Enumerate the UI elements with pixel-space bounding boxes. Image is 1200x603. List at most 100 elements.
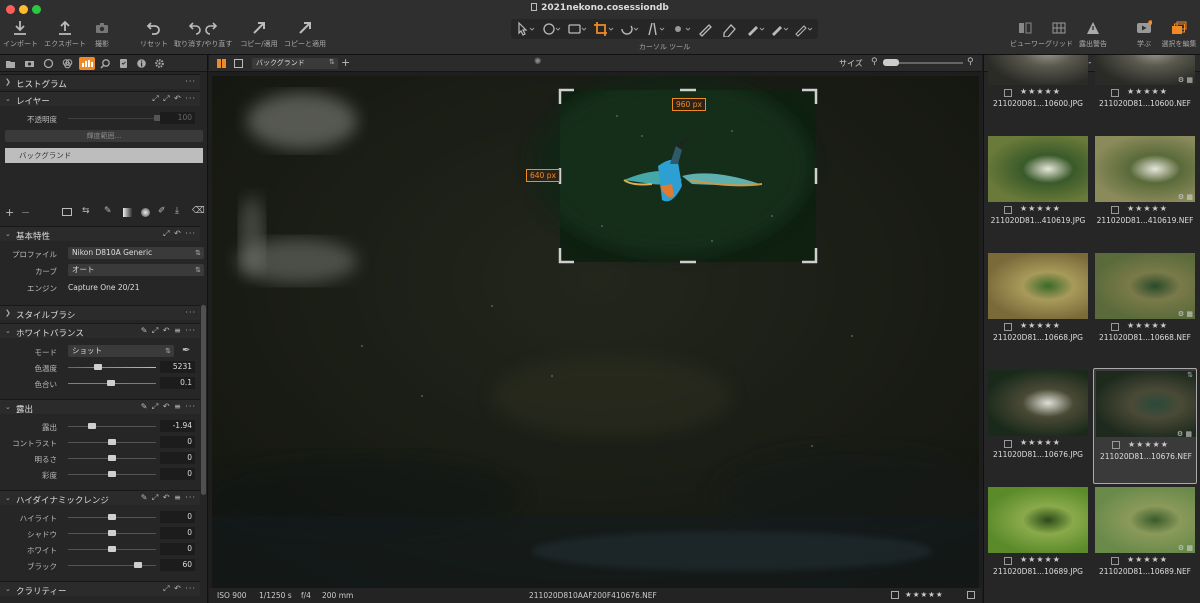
brightness-value[interactable]: 0: [160, 452, 195, 464]
layer-select[interactable]: バックグランド: [252, 58, 338, 69]
opacity-value[interactable]: 100: [160, 112, 195, 124]
contrast-value[interactable]: 0: [160, 436, 195, 448]
highlight-slider-knob[interactable]: [108, 514, 116, 520]
contrast-slider-knob[interactable]: [108, 439, 116, 445]
thumbnail-checkbox[interactable]: [1004, 206, 1012, 214]
grid-view-icon[interactable]: [217, 59, 226, 68]
brush-tool-icon[interactable]: [697, 21, 719, 37]
shadow-value[interactable]: 0: [160, 527, 195, 539]
single-view-icon[interactable]: [234, 59, 243, 68]
adjustments-tab-icon[interactable]: [118, 58, 129, 69]
white-balance-tools[interactable]: ✎ ⤢ ↶ ≡ ···: [141, 326, 196, 336]
layer-row-background[interactable]: バックグランド: [5, 148, 203, 163]
thumbnail-checkbox[interactable]: [1111, 206, 1119, 214]
thumbnail-checkbox[interactable]: [1004, 557, 1012, 565]
copy-apply-button[interactable]: コピー/適用: [240, 20, 278, 49]
histogram-section-header[interactable]: ❯ ヒストグラム ···: [0, 74, 200, 90]
thumbnail[interactable]: ★★★★★ 211020D81...10689.JPG: [986, 485, 1090, 601]
tools-scrollbar[interactable]: [201, 305, 206, 495]
spot-tool-icon[interactable]: [671, 21, 693, 37]
lens-tab-icon[interactable]: [43, 58, 54, 69]
camera-tool-icon[interactable]: [567, 21, 589, 37]
style-brush-section-header[interactable]: ❯ スタイルブラシ ···: [0, 305, 200, 321]
wb-mode-select[interactable]: ショット: [68, 345, 174, 357]
clarity-tools[interactable]: ⤢ ↶ ···: [163, 584, 196, 594]
more-icon[interactable]: ···: [185, 77, 196, 86]
annotate-tool-icon[interactable]: [793, 21, 815, 37]
rotate-tool-icon[interactable]: [619, 21, 641, 37]
keystone-tool-icon[interactable]: [645, 21, 667, 37]
curve-select[interactable]: オート: [68, 264, 204, 276]
saturation-slider-knob[interactable]: [108, 471, 116, 477]
hdr-tools[interactable]: ✎ ⤢ ↶ ≡ ···: [141, 493, 196, 503]
shadow-slider-knob[interactable]: [108, 530, 116, 536]
white-slider-knob[interactable]: [108, 546, 116, 552]
exposure-warning-button[interactable]: 露出警告: [1078, 20, 1108, 49]
profile-select[interactable]: Nikon D810A Generic: [68, 247, 204, 259]
brightness-slider-knob[interactable]: [108, 455, 116, 461]
thumbnail[interactable]: ★★★★★ 211020D81...10689.NEF ⚙ ▦: [1093, 485, 1197, 601]
thumbnail-rating[interactable]: ★★★★★: [1127, 321, 1168, 330]
exposure-slider[interactable]: [68, 426, 156, 427]
exposure-slider-knob[interactable]: [87, 423, 96, 429]
export-button[interactable]: エクスポート: [44, 20, 86, 49]
thumbnail-checkbox[interactable]: [1112, 441, 1120, 449]
grid-button[interactable]: グリッド: [1044, 20, 1074, 49]
exposure-section-header[interactable]: ⌄ 露出 ✎ ⤢ ↶ ≡ ···: [0, 399, 200, 415]
add-layer-icon[interactable]: +: [5, 206, 14, 219]
capture-button[interactable]: 撮影: [92, 20, 112, 49]
select-checkbox[interactable]: [891, 591, 899, 599]
gear-tab-icon[interactable]: [154, 58, 165, 69]
thumbnail-checkbox[interactable]: [1004, 89, 1012, 97]
size-slider-knob[interactable]: [883, 59, 899, 66]
zoom-out-icon[interactable]: ⚲: [871, 57, 878, 67]
reset-button[interactable]: リセット: [140, 20, 168, 49]
wb-tint-value[interactable]: 0.1: [160, 377, 195, 389]
viewer-button[interactable]: ビューワー: [1010, 20, 1045, 49]
eyedropper-icon[interactable]: ✒: [182, 345, 190, 356]
image-viewer[interactable]: 960 px 640 px: [212, 76, 979, 588]
eraser-icon[interactable]: ⌫: [192, 206, 205, 216]
picker-tool-icon[interactable]: [745, 21, 767, 37]
black-slider-knob[interactable]: [134, 562, 143, 568]
thumbnail-checkbox[interactable]: [1004, 440, 1012, 448]
thumbnail[interactable]: ★★★★★ 211020D81...10676.NEF ⚙ ▦: [1093, 368, 1197, 484]
info-icon[interactable]: [967, 591, 975, 599]
basic-section-header[interactable]: ⌄ 基本特性 ⤢ ↶ ···: [0, 226, 200, 242]
thumbnail[interactable]: ★★★★★ 211020D81...10668.JPG: [986, 251, 1090, 367]
thumbnail[interactable]: ★★★★★ 211020D81...410619.JPG: [986, 134, 1090, 250]
wb-tint-slider-knob[interactable]: [107, 380, 115, 386]
camera-tab-icon[interactable]: [24, 58, 35, 69]
luma-range-button[interactable]: 輝度範囲...: [5, 130, 203, 142]
folder-tab-icon[interactable]: [5, 58, 16, 69]
highlight-value[interactable]: 0: [160, 511, 195, 523]
layers-tools[interactable]: ⤢ ⤢ ↶ ···: [152, 94, 196, 104]
mask-icon[interactable]: [62, 208, 72, 216]
more-icon[interactable]: ···: [185, 308, 196, 317]
exposure-tab-icon[interactable]: [79, 57, 95, 70]
color-tab-icon[interactable]: [62, 58, 73, 69]
thumbnail-rating[interactable]: ★★★★★: [1020, 87, 1061, 96]
thumbnail-rating[interactable]: ★★★★★: [1020, 204, 1061, 213]
brush-icon[interactable]: ✎: [104, 206, 112, 216]
swap-icon[interactable]: ⇆: [82, 206, 90, 216]
basic-tools[interactable]: ⤢ ↶ ···: [163, 229, 196, 239]
thumbnail-rating[interactable]: ★★★★★: [1127, 204, 1168, 213]
thumbnail[interactable]: ★★★★★ 211020D81...10676.JPG: [986, 368, 1090, 484]
fill-icon[interactable]: ⤓: [175, 206, 179, 216]
select-tool-icon[interactable]: [515, 21, 537, 37]
thumbnail-checkbox[interactable]: [1111, 323, 1119, 331]
layers-section-header[interactable]: ⌄ レイヤー ⤢ ⤢ ↶ ···: [0, 91, 200, 107]
undo-redo-button[interactable]: 取り消す/やり直す: [174, 20, 232, 49]
hdr-section-header[interactable]: ⌄ ハイダイナミックレンジ ✎ ⤢ ↶ ≡ ···: [0, 490, 200, 506]
black-value[interactable]: 60: [160, 559, 195, 571]
thumbnail-rating[interactable]: ★★★★★: [1020, 438, 1061, 447]
search-tab-icon[interactable]: [100, 58, 111, 69]
white-value[interactable]: 0: [160, 543, 195, 555]
pen-icon[interactable]: ✐: [158, 206, 166, 216]
select-edit-button[interactable]: 選択を編集: [1160, 20, 1198, 49]
white-balance-section-header[interactable]: ⌄ ホワイトバランス ✎ ⤢ ↶ ≡ ···: [0, 323, 200, 339]
copy-and-apply-button[interactable]: コピーと適用: [283, 20, 327, 49]
thumbnail-rating[interactable]: ★★★★★: [1128, 439, 1169, 451]
thumbnail[interactable]: ★★★★★ 211020D81...410619.NEF ⚙ ▦: [1093, 134, 1197, 250]
